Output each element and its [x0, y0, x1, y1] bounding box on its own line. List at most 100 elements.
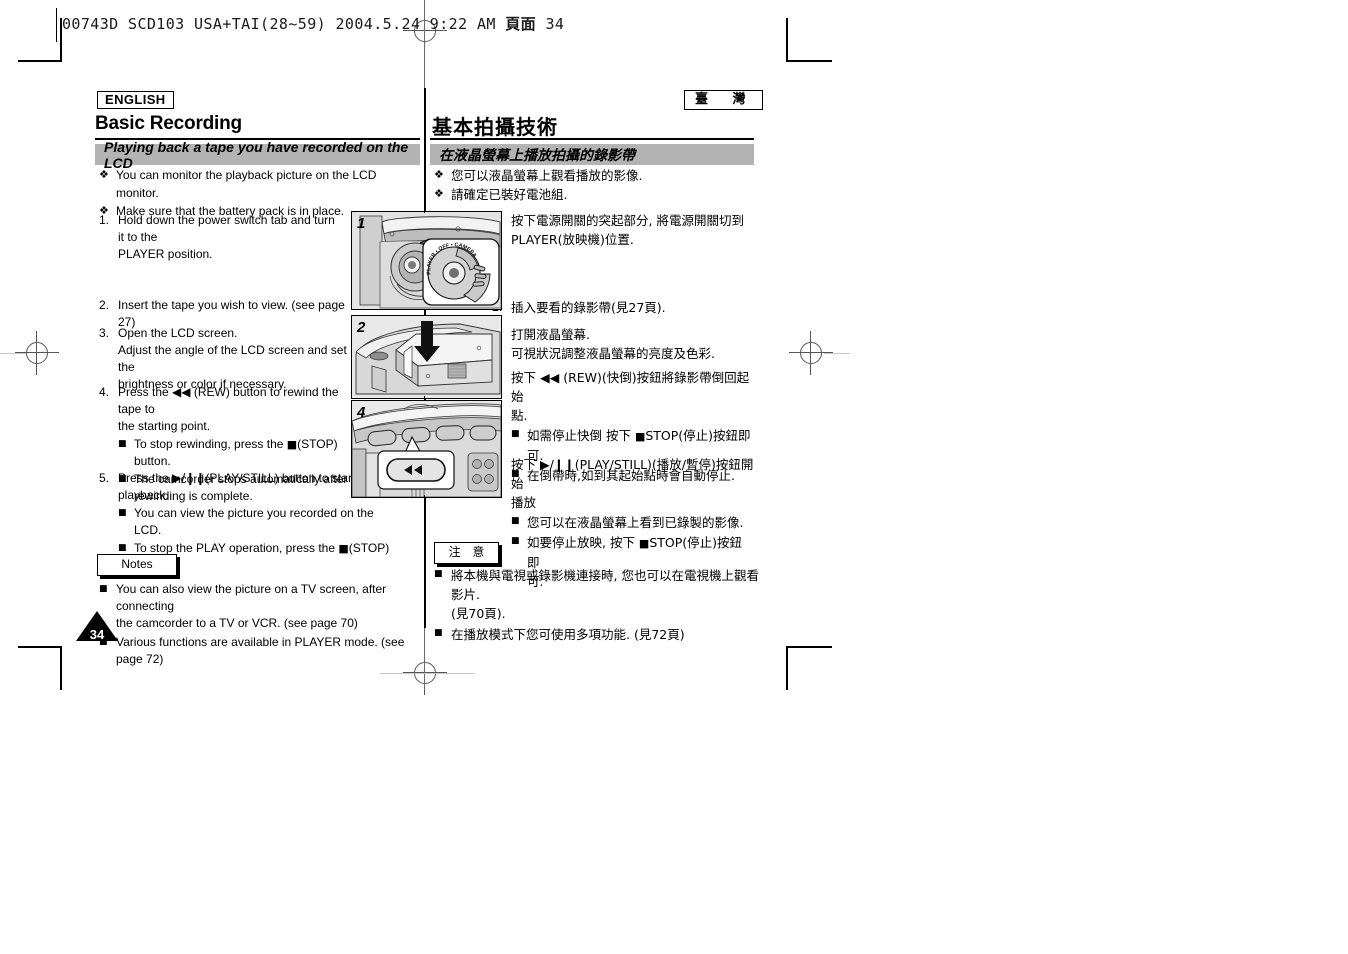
bullet-text: 請確定已裝好電池組. — [451, 187, 568, 202]
figure-tape-insert-art — [352, 316, 501, 398]
section-heading-english: Playing back a tape you have recorded on… — [95, 139, 420, 171]
language-tag-english: ENGLISH — [97, 91, 174, 109]
list-item: ❖ 您可以液晶螢幕上觀看播放的影像. — [434, 166, 749, 185]
list-item: ❖ You can monitor the playback picture o… — [99, 166, 414, 202]
step-text-post: (PLAY/STILL) button to start — [205, 471, 356, 485]
step-row: 2. 插入要看的錄影帶(見27頁). — [492, 298, 752, 317]
sub-item: ■ To stop rewinding, press the ■(STOP) b… — [118, 436, 351, 470]
step-line: PLAYER position. — [118, 247, 213, 261]
intro-bullets-chinese: ❖ 您可以液晶螢幕上觀看播放的影像. ❖ 請確定已裝好電池組. — [434, 166, 749, 204]
step-line: Adjust the angle of the LCD screen and s… — [118, 343, 347, 374]
note-line: (見70頁). — [451, 606, 506, 621]
sub-text: To stop rewinding, press the ■(STOP) but… — [134, 436, 351, 470]
stop-icon: ■ — [634, 430, 646, 443]
square-bullet-icon: ■ — [118, 439, 127, 449]
sub-text-pre: To stop rewinding, press the — [134, 437, 287, 451]
step-body: Hold down the power switch tab and turn … — [118, 212, 344, 263]
note-text: Various functions are available in PLAYE… — [116, 635, 405, 666]
note-item: ■ You can also view the picture on a TV … — [99, 581, 419, 632]
notes-label-english: Notes — [97, 554, 177, 576]
page-number-label: 34 — [89, 627, 105, 642]
step-line: 可視狀況調整液晶螢幕的亮度及色彩. — [511, 346, 715, 361]
sub-line: You can view the picture you recorded on… — [134, 506, 374, 520]
step-line: Open the LCD screen. — [118, 326, 238, 340]
step-row: 1. 按下電源開關的突起部分, 將電源開關切到 PLAYER(放映機)位置. — [492, 211, 752, 249]
step-row: 3. 打開液晶螢幕. 可視狀況調整液晶螢幕的亮度及色彩. — [492, 325, 754, 363]
diamond-bullet-icon: ❖ — [434, 187, 444, 200]
sub-line: LCD. — [134, 523, 162, 537]
step-line: Hold down the power switch tab and turn … — [118, 213, 335, 244]
step-row: 3. Open the LCD screen. Adjust the angle… — [99, 325, 349, 393]
sub-text-pre: 如要停止放映, 按下 — [527, 535, 639, 550]
stop-icon: ■ — [338, 542, 349, 555]
stop-icon: ■ — [286, 438, 298, 451]
language-tag-taiwan: 臺 灣 — [684, 90, 763, 110]
step-line: 點. — [511, 408, 528, 423]
figure-power-switch: PLAYER • OFF • CAMERA 1 — [351, 211, 502, 310]
step-number: 1. — [99, 213, 110, 227]
stop-icon: ■ — [638, 537, 650, 550]
rew-icon: ◀◀ — [539, 370, 560, 385]
note-text: 將本機與電視或錄影機連接時, 您也可以在電視機上觀看影片. (見70頁). — [451, 566, 764, 623]
section-heading-chinese-label: 在液晶螢幕上播放拍攝的錄影帶 — [439, 147, 635, 164]
sub-text-pre: To stop the PLAY operation, press the — [134, 541, 339, 555]
sub-item: ■ 您可以在液晶螢幕上看到已錄製的影像. — [511, 513, 754, 532]
manual-page: ENGLISH Basic Recording Playing back a t… — [0, 0, 1348, 954]
step-line: Press the ◀◀ (REW) button to rewind the … — [118, 384, 351, 418]
sub-text-pre: 如需停止快倒 按下 — [527, 428, 635, 443]
sub-line: 如需停止快倒 按下 ■STOP(停止)按鈕即 — [527, 426, 754, 446]
step-text-pre: Press the — [118, 471, 173, 485]
page-title-english: Basic Recording — [95, 113, 242, 134]
step-text-pre: Press the — [118, 385, 173, 399]
title-rule-chinese — [430, 138, 754, 140]
note-item: ■ Various functions are available in PLA… — [99, 634, 419, 668]
square-bullet-icon: ■ — [118, 508, 127, 518]
figure-tape-insert: 2 — [351, 315, 502, 399]
step-line: 打開液晶螢幕. — [511, 327, 590, 342]
note-item: ■ 在播放模式下您可使用多項功能. (見72頁) — [434, 625, 764, 644]
step-2-chinese: 2. 插入要看的錄影帶(見27頁). — [492, 298, 752, 317]
notes-list-chinese: ■ 將本機與電視或錄影機連接時, 您也可以在電視機上觀看影片. (見70頁). … — [434, 566, 764, 646]
figure-4-leader — [424, 495, 426, 504]
rew-icon: ◀◀ — [172, 385, 191, 399]
figure-1-leader — [424, 205, 426, 213]
step-3-chinese: 3. 打開液晶螢幕. 可視狀況調整液晶螢幕的亮度及色彩. — [492, 325, 754, 363]
sub-text-post: STOP(停止)按鈕即 — [645, 428, 751, 443]
square-bullet-icon: ■ — [434, 628, 443, 638]
note-line: 將本機與電視或錄影機連接時, 您也可以在電視機上觀看影片. — [451, 568, 759, 602]
note-text: 在播放模式下您可使用多項功能. (見72頁) — [451, 627, 685, 642]
step-line: 按下 ▶/❙❙(PLAY/STILL)(播放/暫停)按鈕開始 — [511, 455, 754, 493]
step-number: 3. — [99, 326, 110, 340]
sub-text: 您可以在液晶螢幕上看到已錄製的影像. — [527, 515, 744, 530]
note-line: the camcorder to a TV or VCR. (see page … — [116, 616, 358, 630]
step-row: 1. Hold down the power switch tab and tu… — [99, 212, 344, 263]
figure-rew-button-art — [352, 401, 501, 497]
step-1-english: 1. Hold down the power switch tab and tu… — [99, 212, 344, 263]
step-line: 插入要看的錄影帶(見27頁). — [511, 300, 666, 315]
step-body: 按下電源開關的突起部分, 將電源開關切到 PLAYER(放映機)位置. — [511, 211, 752, 249]
bullet-text: 您可以液晶螢幕上觀看播放的影像. — [451, 168, 643, 183]
figure-badge-1: 1 — [357, 215, 366, 232]
sub-text: You can view the picture you recorded on… — [134, 505, 399, 539]
step-line: the starting point. — [118, 419, 211, 433]
square-bullet-icon: ■ — [511, 516, 520, 526]
section-heading-chinese: 在液晶螢幕上播放拍攝的錄影帶 — [430, 144, 754, 165]
bullet-text: You can monitor the playback picture on … — [116, 168, 377, 200]
square-bullet-icon: ■ — [434, 569, 443, 579]
note-text: You can also view the picture on a TV sc… — [116, 581, 419, 632]
step-line: 播放 — [511, 495, 537, 510]
step-line: PLAYER(放映機)位置. — [511, 232, 634, 247]
step-text-pre: 按下 — [511, 370, 540, 385]
list-item: ❖ 請確定已裝好電池組. — [434, 185, 749, 204]
play-still-icon: ▶/❙❙ — [172, 471, 206, 485]
note-item: ■ 將本機與電視或錄影機連接時, 您也可以在電視機上觀看影片. (見70頁). — [434, 566, 764, 623]
step-line: 按下電源開關的突起部分, 將電源開關切到 — [511, 213, 744, 228]
step-body: 插入要看的錄影帶(見27頁). — [511, 298, 752, 317]
note-line: You can also view the picture on a TV sc… — [116, 582, 387, 613]
diamond-bullet-icon: ❖ — [99, 168, 109, 181]
notes-label-chinese: 注 意 — [434, 542, 499, 564]
play-still-icon: ▶/❙❙ — [539, 457, 575, 472]
step-line: 按下 ◀◀ (REW)(快倒)按鈕將錄影帶倒回起始 — [511, 368, 754, 406]
figure-badge-2: 2 — [357, 319, 366, 336]
sub-item: ■ You can view the picture you recorded … — [118, 505, 399, 539]
